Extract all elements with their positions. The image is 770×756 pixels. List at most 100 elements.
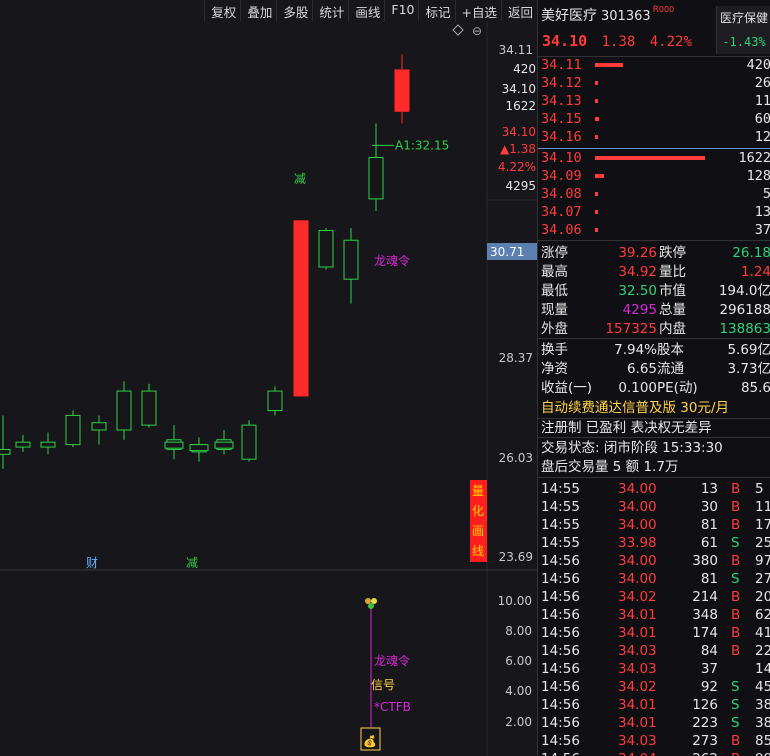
industry-change: -1.43%	[722, 35, 766, 49]
stats-label: 跌停	[659, 245, 686, 261]
sub-axis-tick: 2.00	[505, 715, 532, 729]
tick-volume: 126	[692, 697, 718, 713]
ask-volume-bar	[595, 135, 598, 139]
divider	[538, 437, 770, 438]
stats-value: 39.26	[618, 245, 657, 261]
stats-value: 194.0亿	[718, 283, 770, 299]
tick-count: 11	[755, 499, 770, 515]
tick-time: 14:56	[541, 661, 580, 677]
stats-value: 138863	[719, 321, 770, 337]
tick-row: 14:56 34.03 37 14	[538, 660, 770, 678]
ask-volume-bar	[595, 63, 623, 67]
bid-price: 34.08	[541, 186, 582, 202]
candle-body	[343, 239, 359, 280]
tick-side: B	[731, 750, 740, 756]
tick-side: S	[731, 679, 740, 695]
toolbar-button-1[interactable]: 叠加	[240, 0, 276, 21]
tick-price: 34.03	[618, 643, 657, 659]
bid-volume: 37	[754, 222, 770, 238]
tick-time: 14:56	[541, 697, 580, 713]
ask-price: 34.11	[541, 57, 582, 73]
ask-price: 34.15	[541, 111, 582, 127]
toolbar-button-7[interactable]: +自选	[454, 0, 501, 21]
stats-value: 32.50	[618, 283, 657, 299]
stock-code: 301363	[601, 9, 651, 24]
promo-link[interactable]: 自动续费通达信普及版 30元/月	[541, 399, 770, 417]
info-value: 34.10	[502, 125, 536, 139]
tick-row: 14:56 34.01 174 B 41	[538, 624, 770, 642]
kline-chart-panel[interactable]: ⊖ A1:32.15 减龙魂令财减量化画线 34.11 28.37 26.03 23.69 4…	[0, 0, 537, 756]
signal-dot-icon	[365, 598, 371, 604]
tick-price: 34.00	[618, 499, 657, 515]
sub-axis-tick: 4.00	[505, 684, 532, 698]
toolbar-button-0[interactable]: 复权	[204, 0, 240, 21]
tick-count: 5	[755, 481, 764, 497]
divider	[538, 240, 770, 241]
tick-price: 34.01	[618, 697, 657, 713]
tick-price: 33.98	[618, 535, 657, 551]
tick-side: B	[731, 589, 741, 605]
ask-volume: 420	[746, 57, 770, 73]
tick-side: B	[731, 733, 741, 749]
stats-value: 34.92	[618, 264, 657, 280]
tick-row: 14:55 33.98 61 S 25	[538, 534, 770, 552]
bid: 34.07 13	[538, 203, 770, 221]
tick-price: 34.01	[618, 715, 657, 731]
fund-label: 换手	[541, 342, 568, 358]
stats-label: 最高	[541, 264, 568, 280]
signal-dot-icon	[371, 598, 377, 604]
industry-name[interactable]: 医疗保健	[717, 9, 770, 26]
price-axis-tick: 23.69	[499, 550, 533, 564]
stats-value: 157325	[605, 321, 657, 337]
tick-row: 14:56 34.03 273 B 85	[538, 732, 770, 750]
info-value: 4.22%	[498, 160, 536, 174]
bid-volume-bar	[595, 210, 598, 214]
lianghua-char: 线	[472, 544, 484, 558]
fund-value: 0.100	[618, 380, 657, 396]
industry-box[interactable]: 医疗保健 -1.43%	[716, 6, 770, 54]
candle-body	[40, 441, 56, 448]
bid-price: 34.09	[541, 168, 582, 184]
bid: 34.09 128	[538, 167, 770, 185]
bid-volume: 13	[754, 204, 770, 220]
after-hours: 盘后交易量 5 额 1.7万	[541, 459, 679, 475]
fund-label: 净资	[541, 361, 568, 377]
tick-count: 62	[755, 607, 770, 623]
bid: 34.08 5	[538, 185, 770, 203]
stats-label: 量比	[659, 264, 686, 280]
signal-longhun: 龙魂令	[374, 253, 410, 268]
toolbar-button-8[interactable]: 返回	[500, 0, 537, 21]
tick-count: 17	[755, 517, 770, 533]
tick-price: 34.01	[618, 607, 657, 623]
toolbar-button-2[interactable]: 多股	[276, 0, 312, 21]
tick-price: 34.03	[618, 733, 657, 749]
tick-row: 14:56 34.02 214 B 20	[538, 588, 770, 606]
fundamental-row: 净资 6.65 流通 3.73亿	[538, 360, 770, 378]
tick-time: 14:56	[541, 625, 580, 641]
kline-chart[interactable]: ⊖A1:32.15减龙魂令财 减量化画线34.1128.3726.0323.694…	[0, 0, 537, 756]
ask: 34.15 60	[538, 110, 770, 128]
bid-volume-bar	[595, 192, 598, 196]
candle-body-down	[214, 441, 234, 449]
tick-volume: 223	[692, 715, 718, 731]
ask: 34.13 11	[538, 92, 770, 110]
tick-price: 34.02	[618, 589, 657, 605]
bid: 34.06 37	[538, 221, 770, 239]
tick-price: 34.03	[618, 661, 657, 677]
toolbar-button-4[interactable]: 画线	[348, 0, 384, 21]
toolbar-button-5[interactable]: F10	[384, 0, 418, 21]
tick-volume: 174	[692, 625, 718, 641]
fund-value: 7.94%	[614, 342, 657, 358]
toolbar-button-3[interactable]: 统计	[312, 0, 348, 21]
tick-time: 14:55	[541, 499, 580, 515]
toolbar-button-6[interactable]: 标记	[418, 0, 454, 21]
stats-value: 26.18	[732, 245, 770, 261]
tick-side: S	[731, 535, 740, 551]
sub-longhun-label: 龙魂令	[374, 653, 410, 668]
stats-row: 最高 34.92 量比 1.24	[538, 263, 770, 281]
ask: 34.12 26	[538, 74, 770, 92]
lianghua-char: 量	[472, 484, 484, 498]
ask: 34.11 420	[538, 56, 770, 74]
stats-label: 市值	[659, 283, 686, 299]
tick-count: 27	[755, 571, 770, 587]
